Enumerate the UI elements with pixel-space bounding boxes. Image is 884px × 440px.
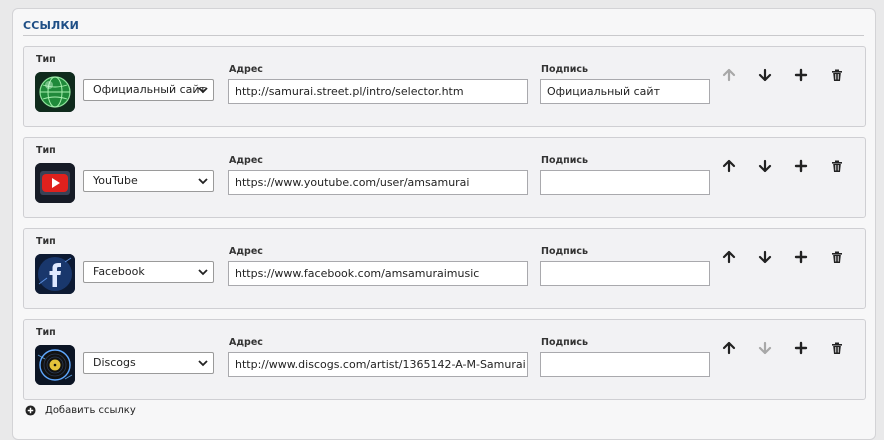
type-select[interactable]: Discogs [83, 352, 214, 374]
type-label: Тип [36, 54, 56, 65]
plus-icon [794, 68, 808, 82]
arrow-down-icon [758, 159, 772, 173]
arrow-down-icon [758, 68, 772, 82]
trash-icon [832, 251, 842, 263]
address-label: Адрес [229, 155, 263, 166]
caption-input[interactable] [540, 352, 710, 377]
plus-icon [794, 341, 808, 355]
caption-input[interactable] [540, 170, 710, 195]
add-row-button[interactable] [793, 67, 809, 83]
type-select-value: Официальный сайт [93, 83, 206, 96]
move-down-button[interactable] [757, 67, 773, 83]
move-up-button[interactable] [721, 67, 737, 83]
add-row-button[interactable] [793, 158, 809, 174]
arrow-up-icon [722, 68, 736, 82]
move-down-button[interactable] [757, 340, 773, 356]
caption-input[interactable]: Официальный сайт [540, 79, 710, 104]
link-row: Тип Официальный сайт Адрес http://samura… [23, 46, 866, 127]
link-row: Тип Discogs Адрес http://www.discogs.com… [23, 319, 866, 400]
plus-icon [794, 250, 808, 264]
address-label: Адрес [229, 246, 263, 257]
type-select-value: Facebook [93, 265, 145, 278]
caption-label: Подпись [541, 246, 589, 257]
youtube-icon [35, 163, 75, 203]
type-select-value: Discogs [93, 356, 136, 369]
chevron-down-icon [198, 269, 208, 276]
trash-icon [832, 69, 842, 81]
discogs-icon [35, 345, 75, 385]
delete-button[interactable] [829, 249, 845, 265]
chevron-down-icon [198, 178, 208, 185]
trash-icon [832, 160, 842, 172]
arrow-down-icon [758, 341, 772, 355]
address-input[interactable]: https://www.youtube.com/user/amsamurai [228, 170, 528, 195]
move-down-button[interactable] [757, 158, 773, 174]
arrow-down-icon [758, 250, 772, 264]
delete-button[interactable] [829, 158, 845, 174]
address-label: Адрес [229, 337, 263, 348]
arrow-up-icon [722, 159, 736, 173]
link-row: Тип Facebook Адрес https://www.facebook.… [23, 228, 866, 309]
caption-label: Подпись [541, 64, 589, 75]
caption-label: Подпись [541, 337, 589, 348]
type-select[interactable]: Официальный сайт [83, 79, 214, 101]
chevron-down-icon [198, 87, 208, 94]
delete-button[interactable] [829, 67, 845, 83]
trash-icon [832, 342, 842, 354]
type-select[interactable]: Facebook [83, 261, 214, 283]
move-up-button[interactable] [721, 158, 737, 174]
move-up-button[interactable] [721, 340, 737, 356]
add-row-button[interactable] [793, 249, 809, 265]
caption-input[interactable] [540, 261, 710, 286]
arrow-up-icon [722, 341, 736, 355]
plus-icon [794, 159, 808, 173]
type-label: Тип [36, 327, 56, 338]
facebook-icon [35, 254, 75, 294]
delete-button[interactable] [829, 340, 845, 356]
type-label: Тип [36, 145, 56, 156]
move-down-button[interactable] [757, 249, 773, 265]
add-row-button[interactable] [793, 340, 809, 356]
section-title: ССЫЛКИ [23, 19, 80, 32]
link-row: Тип YouTube Адрес https://www.youtube.co… [23, 137, 866, 218]
type-select-value: YouTube [93, 174, 138, 187]
chevron-down-icon [198, 360, 208, 367]
address-input[interactable]: http://samurai.street.pl/intro/selector.… [228, 79, 528, 104]
address-input[interactable]: https://www.facebook.com/amsamuraimusic [228, 261, 528, 286]
type-select[interactable]: YouTube [83, 170, 214, 192]
globe-icon [35, 72, 75, 112]
section-divider [23, 35, 864, 36]
arrow-up-icon [722, 250, 736, 264]
address-label: Адрес [229, 64, 263, 75]
type-label: Тип [36, 236, 56, 247]
plus-circle-icon [25, 405, 36, 416]
address-input[interactable]: http://www.discogs.com/artist/1365142-A-… [228, 352, 528, 377]
move-up-button[interactable] [721, 249, 737, 265]
caption-label: Подпись [541, 155, 589, 166]
links-panel: ССЫЛКИ Тип Официальный сайт Адрес http:/… [12, 8, 876, 440]
add-link-label: Добавить ссылку [45, 405, 136, 416]
